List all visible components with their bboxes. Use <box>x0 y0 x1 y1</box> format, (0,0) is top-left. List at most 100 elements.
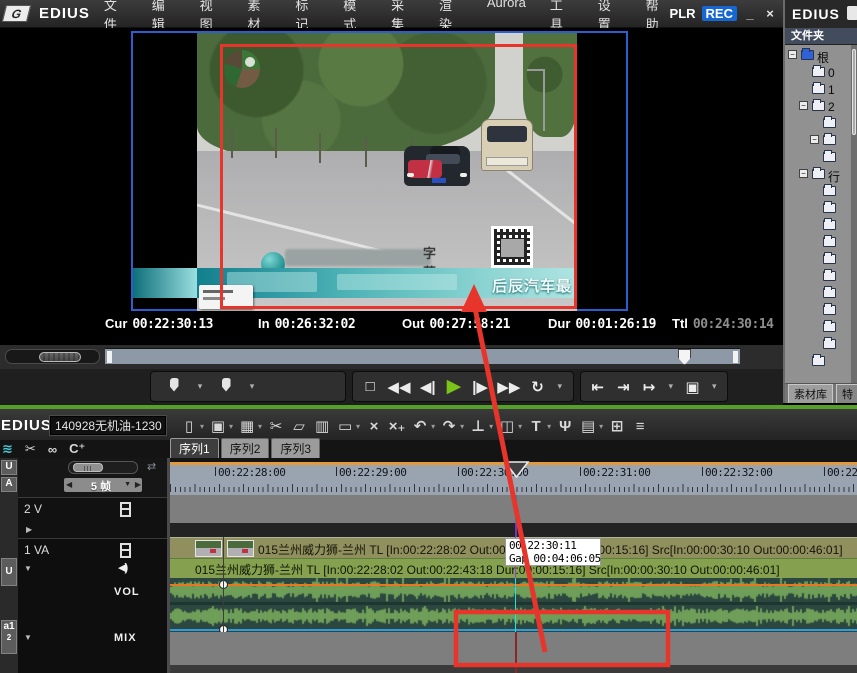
sequence-tab-序列1[interactable]: 序列1 <box>170 438 219 458</box>
tree-expander-icon[interactable]: − <box>810 135 819 144</box>
set-in-point-menu-button[interactable]: ▾ <box>195 381 205 392</box>
bin-tree-item[interactable] <box>785 336 857 353</box>
position-bar[interactable] <box>105 348 740 364</box>
color-correction-button-menu[interactable]: ▾ <box>599 422 603 431</box>
zoom-increase-icon[interactable]: ▶ <box>135 480 141 489</box>
bin-tree-item[interactable]: − <box>785 132 857 149</box>
transition-button-menu[interactable]: ▾ <box>518 422 522 431</box>
undo-button-menu[interactable]: ▾ <box>431 422 435 431</box>
sequence-tab-序列2[interactable]: 序列2 <box>221 438 270 458</box>
export-button[interactable]: ▣ <box>684 378 702 396</box>
source-channel-va-button[interactable]: U <box>1 558 17 586</box>
fast-forward-button[interactable]: ▶▶ <box>497 378 520 396</box>
goto-in-button[interactable]: ⇤ <box>589 378 607 396</box>
timeline-mode-button[interactable]: ≋ <box>2 441 13 457</box>
play-menu-button[interactable]: ▾ <box>555 381 565 392</box>
layout-button[interactable]: ⊞ <box>608 417 626 435</box>
paste-button[interactable]: ▥ <box>313 417 331 435</box>
tree-expander-icon[interactable]: − <box>799 169 808 178</box>
add-cut-point-button[interactable]: ⊥ <box>469 417 487 435</box>
rec-mode-button[interactable]: REC <box>702 6 737 21</box>
timeline-lanes[interactable]: 015兰州威力狮-兰州 TL [In:00:22:28:02 Out:00:22… <box>170 495 857 673</box>
shuttle-slider[interactable] <box>5 349 100 364</box>
sequence-tab-序列3[interactable]: 序列3 <box>271 438 320 458</box>
color-correction-button[interactable]: ▤ <box>579 417 597 435</box>
volume-rubber-band[interactable] <box>170 584 857 586</box>
bin-tree-item-2[interactable]: −2 <box>785 98 857 115</box>
delete-button[interactable]: × <box>365 418 383 435</box>
timeline-ruler[interactable]: 00:22:28:0000:22:29:0000:22:30:0000:22:3… <box>170 458 857 495</box>
undo-button[interactable]: ↶ <box>411 417 429 435</box>
plr-mode-button[interactable]: PLR <box>670 6 696 21</box>
add-cut-point-button-menu[interactable]: ▾ <box>489 422 493 431</box>
mix-label[interactable]: MIX <box>114 632 137 644</box>
zoom-menu-icon[interactable]: ▼ <box>124 481 131 488</box>
close-button[interactable]: × <box>763 6 777 21</box>
track-lane-2v[interactable] <box>170 495 857 523</box>
bin-tree-item[interactable] <box>785 183 857 200</box>
track-settings-button[interactable]: ≡ <box>631 418 649 435</box>
open-project-button[interactable]: ▣ <box>209 417 227 435</box>
bin-tree-item-0[interactable]: 0 <box>785 64 857 81</box>
bin-tree-item-根[interactable]: −根 <box>785 47 857 64</box>
bin-tab-特[interactable]: 特 <box>836 384 857 403</box>
sync-mode-button[interactable]: C⁺ <box>69 441 85 457</box>
track-1va-expander[interactable]: ▼ <box>24 564 32 573</box>
mix-expander[interactable]: ▼ <box>24 633 32 642</box>
loop-button[interactable]: ↻ <box>529 378 547 396</box>
track-header-2v[interactable]: 2 V ▶ <box>18 497 167 539</box>
bin-tree-item[interactable] <box>785 217 857 234</box>
voiceover-button[interactable]: Ψ <box>556 418 574 435</box>
zoom-decrease-icon[interactable]: ◀ <box>66 480 72 489</box>
copy-button[interactable]: ▱ <box>290 417 308 435</box>
minimize-button[interactable]: _ <box>743 6 757 21</box>
transition-button[interactable]: ◫ <box>498 417 516 435</box>
open-project-button-menu[interactable]: ▾ <box>229 422 233 431</box>
save-project-button[interactable]: ▦ <box>238 417 256 435</box>
volume-rubber-band-label[interactable]: VOL <box>114 586 140 598</box>
save-project-button-menu[interactable]: ▾ <box>258 422 262 431</box>
set-out-point-button[interactable] <box>217 378 235 396</box>
bin-tree-item[interactable] <box>785 353 857 370</box>
goto-out-button[interactable]: ⇥ <box>614 378 632 396</box>
tree-expander-icon[interactable]: − <box>799 101 808 110</box>
speaker-icon[interactable]: ◀) <box>118 561 126 574</box>
add-to-timeline-button-menu[interactable]: ▾ <box>356 422 360 431</box>
bin-tree-item[interactable] <box>785 234 857 251</box>
prev-frame-button[interactable]: ◀| <box>419 378 437 396</box>
title-button[interactable]: T <box>527 418 545 435</box>
bin-scrollbar[interactable] <box>851 45 857 383</box>
group-link-button[interactable]: ∞ <box>48 442 57 457</box>
bin-tree-item[interactable] <box>785 268 857 285</box>
bin-tree-item[interactable] <box>785 302 857 319</box>
bin-tree-item[interactable] <box>785 285 857 302</box>
set-out-point-menu-button[interactable]: ▾ <box>247 381 257 392</box>
new-sequence-button-menu[interactable]: ▾ <box>200 422 204 431</box>
next-edit-point-button[interactable]: ↦ <box>640 378 658 396</box>
source-channel-audio-button[interactable]: a12 <box>1 620 17 654</box>
audio-waveform-area[interactable] <box>170 578 857 632</box>
shuttle-grip[interactable] <box>39 352 81 362</box>
redo-button-menu[interactable]: ▾ <box>460 422 464 431</box>
redo-button[interactable]: ↷ <box>440 417 458 435</box>
add-to-timeline-button[interactable]: ▭ <box>336 417 354 435</box>
razor-mode-button[interactable]: ✂ <box>25 441 36 457</box>
export-menu-button[interactable]: ▾ <box>709 381 719 392</box>
position-marker[interactable] <box>678 349 691 365</box>
bin-tree-item[interactable] <box>785 251 857 268</box>
cut-button[interactable]: ✂ <box>267 417 285 435</box>
title-button-menu[interactable]: ▾ <box>547 422 551 431</box>
rewind-button[interactable]: ◀◀ <box>387 378 410 396</box>
ripple-delete-button[interactable]: ×₊ <box>388 417 406 435</box>
play-button[interactable]: ▶ <box>445 375 463 398</box>
timeline-zoom-selector[interactable]: ◀ 5 帧 ▼ ▶ <box>64 478 142 492</box>
bin-tree-item[interactable] <box>785 319 857 336</box>
bin-tree-item[interactable] <box>785 200 857 217</box>
bin-tree-item[interactable] <box>785 149 857 166</box>
bin-tree-item[interactable] <box>785 115 857 132</box>
bin-tab-素材库[interactable]: 素材库 <box>788 384 833 403</box>
track-height-grip[interactable] <box>73 463 103 472</box>
source-channel-a-button[interactable]: A <box>1 477 17 492</box>
swap-tracks-icon[interactable]: ⇄ <box>147 460 156 473</box>
next-frame-button[interactable]: |▶ <box>471 378 489 396</box>
